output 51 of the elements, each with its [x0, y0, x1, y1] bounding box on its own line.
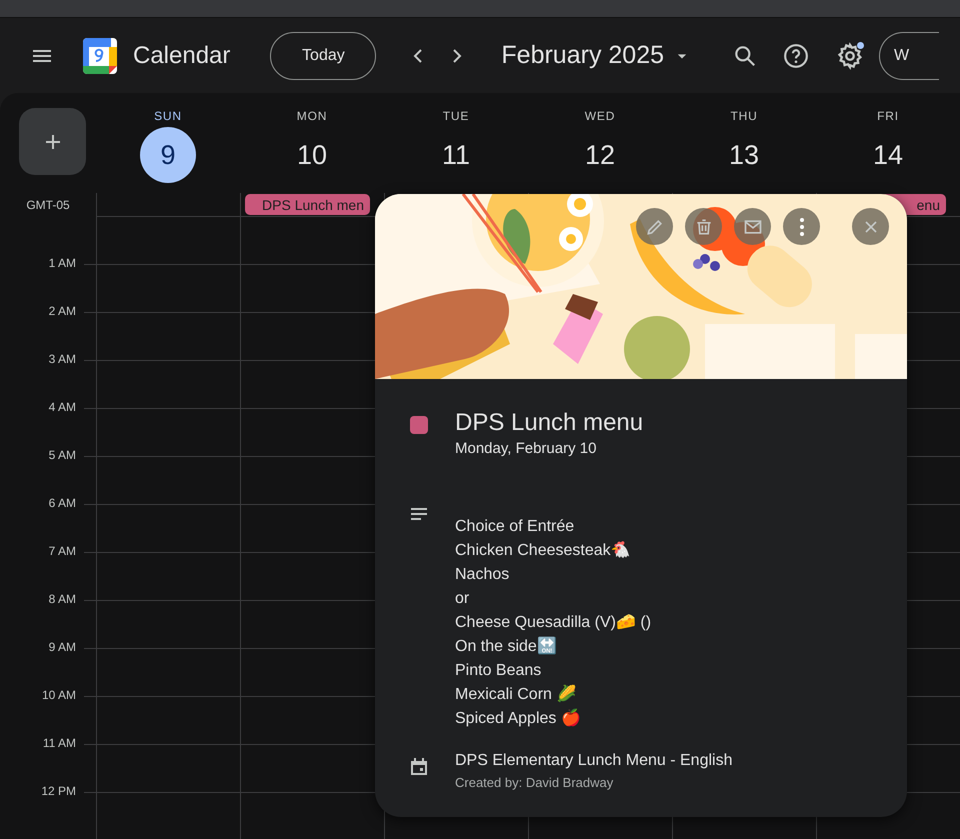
event-date: Monday, February 10	[455, 439, 598, 460]
calendar-icon	[409, 756, 429, 777]
time-slot[interactable]	[96, 217, 240, 265]
day-number[interactable]: 11	[428, 127, 484, 183]
day-of-week: WED	[584, 108, 616, 125]
more-icon	[800, 218, 804, 236]
description-line: Spiced Apples 🍎	[455, 708, 582, 729]
help-icon[interactable]	[783, 42, 810, 68]
view-button[interactable]: W	[879, 32, 940, 80]
day-of-week: TUE	[442, 108, 470, 125]
day-number[interactable]: 14	[860, 127, 916, 183]
time-slot[interactable]	[96, 313, 240, 361]
day-number[interactable]: 12	[572, 127, 628, 183]
time-slot[interactable]	[96, 649, 240, 697]
description-line: Pinto Beans	[455, 660, 542, 681]
description-line: or	[455, 588, 470, 609]
all-day-slot[interactable]: DPS Lunch men	[240, 193, 384, 217]
calendar-logo-icon	[81, 36, 119, 76]
description-line: Mexicali Corn 🌽	[455, 684, 578, 705]
time-slot[interactable]	[96, 361, 240, 409]
calendar-name: DPS Elementary Lunch Menu - English	[455, 750, 732, 771]
day-of-week: THU	[730, 108, 758, 125]
day-of-week: MON	[296, 108, 328, 125]
day-of-week: FRI	[877, 108, 899, 125]
description-line: Choice of Entrée	[455, 516, 576, 537]
day-number[interactable]: 9	[140, 127, 196, 183]
description-line: Cheese Quesadilla (V)🧀 ()	[455, 612, 652, 633]
description-line: Chicken Cheesesteak🐔	[455, 540, 632, 561]
time-slot[interactable]	[96, 265, 240, 313]
time-slot[interactable]	[96, 457, 240, 505]
time-slot[interactable]	[96, 697, 240, 745]
app-name: Calendar	[133, 40, 230, 70]
period-label[interactable]: February 2025	[501, 36, 664, 74]
day-number[interactable]: 10	[284, 127, 340, 183]
time-slot[interactable]	[96, 553, 240, 601]
all-day-slot[interactable]	[96, 193, 240, 217]
timezone-label: GMT-05	[26, 197, 70, 214]
event-creator: Created by: David Bradway	[455, 774, 614, 792]
event-chip[interactable]: DPS Lunch men	[245, 194, 370, 215]
event-title: DPS Lunch menu	[455, 408, 644, 438]
description-line: On the side🔛	[455, 636, 558, 657]
time-slot[interactable]	[96, 505, 240, 553]
day-number[interactable]: 13	[716, 127, 772, 183]
today-button[interactable]: Today	[270, 32, 376, 80]
day-of-week: SUN	[154, 108, 182, 125]
description-line: Nachos	[455, 564, 510, 585]
create-button[interactable]	[19, 108, 86, 175]
time-slot[interactable]	[96, 601, 240, 649]
settings-icon[interactable]	[836, 42, 864, 70]
time-slot[interactable]	[96, 409, 240, 457]
time-slot[interactable]	[96, 745, 240, 793]
